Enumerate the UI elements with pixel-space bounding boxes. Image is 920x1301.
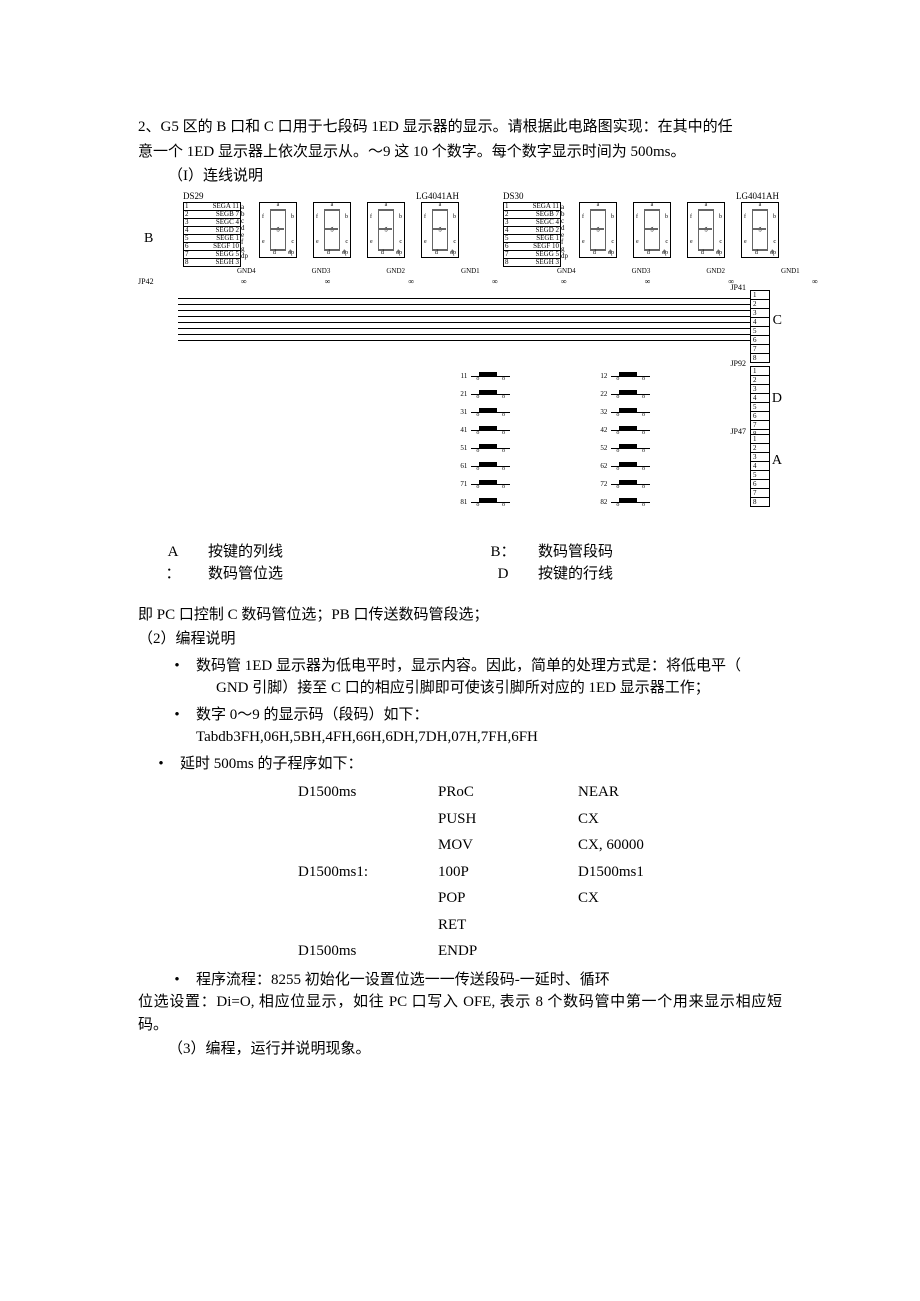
legend-c-val: 数码管位选	[208, 563, 283, 586]
bullet-1: • 数码管 1ED 显示器为低电平时，显示内容。因此，简单的处理方式是：将低电平…	[138, 655, 782, 678]
port-label-b: B	[144, 228, 153, 249]
legend-b-key: B：	[468, 541, 538, 564]
port-label-a: A	[772, 450, 782, 471]
bus-line	[178, 298, 750, 299]
seven-seg-display: afbgecddp	[633, 202, 671, 258]
jp47-label: JP47	[730, 426, 746, 438]
bit-select-line: 位选设置：Di=O, 相应位显示，如往 PC 口写入 OFE, 表示 8 个数码…	[138, 991, 782, 1036]
gnd-row-left: GND4GND3GND2GND1	[237, 266, 479, 277]
seven-seg-display: afbgecddp	[259, 202, 297, 258]
seg-letters-right: ab cd ef gdp	[561, 202, 571, 261]
seven-seg-display: afbgecddp	[313, 202, 351, 258]
connector-jp41: 12 34 56 78	[750, 290, 770, 363]
pin-block-right: 1SEGA 11 2SEGB 7 3SEGC 4 4SEGD 2 5SEGE 1…	[503, 202, 561, 267]
bus-line	[178, 334, 750, 335]
bullet-4: • 程序流程：8255 初始化一设置位选一一传送段码-一延时、循环	[138, 969, 782, 992]
delay-subroutine: D1500msPRoCNEAR PUSHCX MOVCX, 60000 D150…	[138, 779, 782, 965]
jp42-label: JP42	[138, 276, 154, 288]
bullet-3: • 延时 500ms 的子程序如下：	[138, 753, 782, 776]
legend-b-val: 数码管段码	[538, 541, 613, 564]
item-2-heading: （2）编程说明	[138, 628, 782, 651]
bus-line	[178, 304, 750, 305]
legend-d-key: D	[468, 563, 538, 586]
intro-line-1: 2、G5 区的 B 口和 C 口用于七段码 1ED 显示器的显示。请根据此电路图…	[138, 116, 782, 139]
legend: A ： 按键的列线 数码管位选 B： D 数码管段码 按键的行线	[138, 541, 782, 586]
jp92-label: JP92	[730, 358, 746, 370]
pin-block-left: 1SEGA 11 2SEGB 7 3SEGC 4 4SEGD 2 5SEGE 1…	[183, 202, 241, 267]
pc-pb-line: 即 PC 口控制 C 数码管位选；PB 口传送数码管段选；	[138, 604, 782, 627]
seven-seg-display: afbgecddp	[741, 202, 779, 258]
seven-seg-display: afbgecddp	[421, 202, 459, 258]
connector-jp92: 12 34 56 78	[750, 366, 770, 439]
bullet-2: • 数字 0～9 的显示码（段码）如下：	[138, 704, 782, 727]
item-3-heading: （3）编程，运行并说明现象。	[138, 1038, 782, 1061]
legend-a-colon: ：	[138, 563, 208, 586]
seg-letters-left: ab cd ef gdp	[241, 202, 251, 261]
bus-line	[178, 328, 750, 329]
port-label-c: C	[773, 310, 782, 331]
item-1-heading: （I）连线说明	[138, 165, 782, 188]
key-matrix: 11oo12oo 21oo22oo 31oo32oo 41oo42oo 51oo…	[450, 368, 730, 512]
legend-a-val: 按键的列线	[208, 541, 283, 564]
bullet-1b: GND 引脚）接至 C 口的相应引脚即可使该引脚所对应的 1ED 显示器工作；	[138, 677, 782, 700]
legend-d-val: 按键的行线	[538, 563, 613, 586]
page: 2、G5 区的 B 口和 C 口用于七段码 1ED 显示器的显示。请根据此电路图…	[0, 0, 920, 1301]
connector-jp47: 12 34 56 78	[750, 434, 770, 507]
seven-seg-display: afbgecddp	[367, 202, 405, 258]
gnd-sym-left: ∞∞∞∞	[241, 276, 479, 288]
intro-line-2: 意一个 1ED 显示器上依次显示从。～9 这 10 个数字。每个数字显示时间为 …	[138, 141, 782, 164]
circuit-diagram: B C D A JP42 JP41 JP92 JP47 DS29 LG4041A…	[138, 190, 782, 535]
gnd-sym-right: ∞∞∞∞	[561, 276, 799, 288]
seven-seg-display: afbgecddp	[579, 202, 617, 258]
bus-line	[178, 322, 750, 323]
port-label-d: D	[772, 388, 782, 409]
bus-line	[178, 310, 750, 311]
legend-a-key: A	[138, 541, 208, 564]
seven-seg-display: afbgecddp	[687, 202, 725, 258]
gnd-row-right: GND4GND3GND2GND1	[557, 266, 799, 277]
segment-codes: Tabdb3FH,06H,5BH,4FH,66H,6DH,7DH,07H,7FH…	[138, 726, 782, 749]
bus-line	[178, 316, 750, 317]
bus-line	[178, 340, 750, 341]
